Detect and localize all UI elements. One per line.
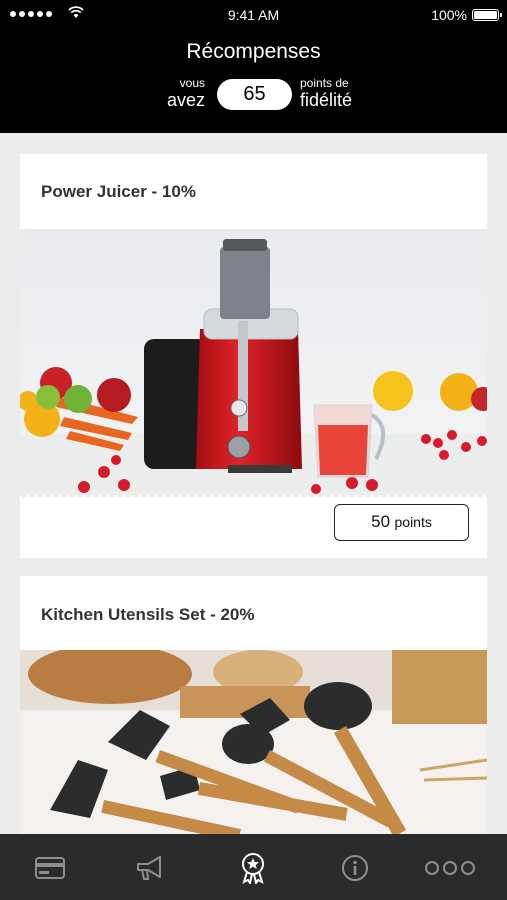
page-title: Récompenses xyxy=(186,40,321,63)
points-prefix-big: avez xyxy=(166,90,205,110)
reward-title: Power Juicer - 10% xyxy=(41,182,196,201)
header: 9:41 AM 100% Récompenses vous avez 65 po… xyxy=(0,0,507,133)
more-icon xyxy=(425,861,475,875)
rewards-badge-icon xyxy=(242,853,264,884)
perforation-divider xyxy=(20,495,487,499)
tab-promotions[interactable] xyxy=(134,852,166,884)
tab-info[interactable] xyxy=(339,852,371,884)
info-icon xyxy=(342,855,368,881)
status-bar: 9:41 AM 100% xyxy=(0,0,507,30)
juicer-image xyxy=(20,229,487,495)
points-suffix: points de fidélité xyxy=(300,77,352,109)
battery-icon xyxy=(472,9,502,21)
points-suffix-small: points de xyxy=(300,76,349,90)
reward-points-button[interactable]: 50 points xyxy=(334,504,469,541)
reward-card[interactable]: Power Juicer - 10% 50 points xyxy=(20,154,487,558)
reward-card[interactable]: Kitchen Utensils Set - 20% xyxy=(20,576,487,836)
megaphone-icon xyxy=(137,856,161,880)
points-balance: 65 xyxy=(217,79,292,110)
reward-title: Kitchen Utensils Set - 20% xyxy=(41,605,255,624)
reward-points-value: 50 xyxy=(371,512,391,531)
reward-points-unit: points xyxy=(394,514,432,530)
points-prefix-small: vous xyxy=(179,76,205,90)
card-icon xyxy=(35,857,65,879)
points-suffix-big: fidélité xyxy=(300,90,353,110)
tab-rewards[interactable] xyxy=(237,852,269,884)
battery-percentage: 100% xyxy=(431,7,467,23)
utensils-image xyxy=(20,650,487,836)
points-summary: vous avez 65 points de fidélité xyxy=(0,77,507,113)
tab-more[interactable] xyxy=(422,852,478,884)
tab-card[interactable] xyxy=(34,852,66,884)
tab-bar xyxy=(0,834,507,900)
points-prefix: vous avez xyxy=(167,77,205,109)
